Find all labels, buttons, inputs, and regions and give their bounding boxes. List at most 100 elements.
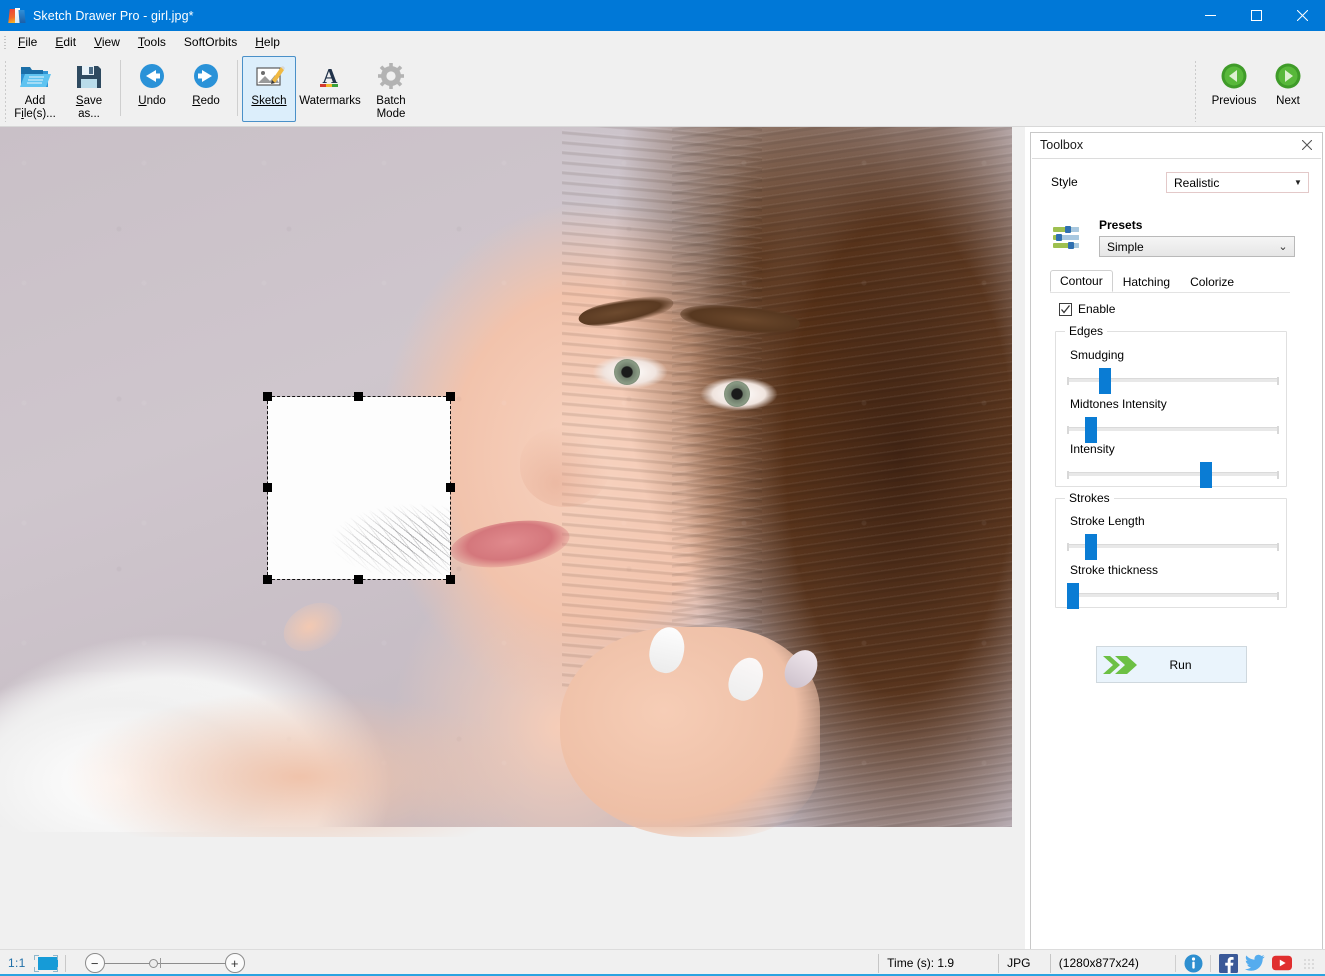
run-button[interactable]: Run — [1096, 646, 1247, 683]
menu-item-help[interactable]: Help — [246, 32, 289, 53]
menu-bar: File Edit View Tools SoftOrbits Help — [0, 31, 1325, 54]
menu-label-file: ile — [25, 35, 37, 49]
presets-dropdown[interactable]: Simple ⌄ — [1099, 236, 1295, 257]
selection-handle-n[interactable] — [354, 392, 363, 401]
menu-label-edit: dit — [63, 35, 76, 49]
slider-smudging[interactable] — [1067, 378, 1279, 382]
slider-label-midtones-intensity: Midtones Intensity — [1070, 397, 1167, 411]
menu-item-softorbits[interactable]: SoftOrbits — [175, 32, 246, 53]
presets-value: Simple — [1107, 240, 1272, 254]
toolbar-label-redo: Redo — [192, 95, 220, 108]
zoom-slider-knob[interactable] — [149, 959, 158, 968]
resize-grip-icon[interactable] — [1303, 958, 1315, 970]
toolbar-button-redo[interactable]: Redo — [179, 56, 233, 122]
toolbox-header: Toolbox — [1031, 133, 1322, 157]
floppy-disk-icon — [72, 62, 106, 92]
sliders-equalizer-icon — [1052, 225, 1082, 252]
selection-handle-se[interactable] — [446, 575, 455, 584]
undo-arrow-icon — [135, 62, 169, 92]
zoom-in-button[interactable]: + — [225, 953, 245, 973]
slider-intensity[interactable] — [1067, 472, 1279, 476]
menu-item-file[interactable]: File — [9, 32, 46, 53]
selection-handle-nw[interactable] — [263, 392, 272, 401]
toolbar-label-undo: Undo — [138, 95, 166, 108]
info-icon[interactable] — [1183, 953, 1203, 973]
status-separator-1 — [65, 955, 66, 972]
selection-handle-sw[interactable] — [263, 575, 272, 584]
slider-thumb-stroke-length[interactable] — [1085, 534, 1097, 560]
tab-contour[interactable]: Contour — [1050, 270, 1113, 292]
menu-item-edit[interactable]: Edit — [46, 32, 85, 53]
style-value: Realistic — [1174, 176, 1288, 190]
twitter-icon[interactable] — [1245, 953, 1265, 973]
group-title-strokes: Strokes — [1065, 491, 1114, 505]
slider-thumb-stroke-thickness[interactable] — [1067, 583, 1079, 609]
group-strokes: Strokes Stroke Length Stroke thickness — [1055, 498, 1287, 608]
toolbar-button-next[interactable]: Next — [1261, 56, 1315, 122]
zoom-ratio-label[interactable]: 1:1 — [8, 956, 26, 970]
toolbar-button-watermarks[interactable]: A Watermarks — [296, 56, 364, 122]
toolbox-close-icon[interactable] — [1298, 136, 1316, 154]
menu-drag-grip[interactable] — [0, 31, 9, 54]
selection-handle-ne[interactable] — [446, 392, 455, 401]
slider-midtones-intensity[interactable] — [1067, 427, 1279, 431]
slider-thumb-midtones-intensity[interactable] — [1085, 417, 1097, 443]
menu-label-view: iew — [102, 35, 120, 49]
main-toolbar: AddFile(s)... Saveas... — [0, 54, 1325, 127]
toolbar-button-save-as[interactable]: Saveas... — [62, 56, 116, 122]
youtube-icon[interactable] — [1272, 953, 1292, 973]
zoom-slider-tick — [160, 958, 161, 968]
style-dropdown[interactable]: Realistic ▼ — [1166, 172, 1309, 193]
green-left-arrow-icon — [1217, 62, 1251, 92]
toolbox-title: Toolbox — [1040, 138, 1083, 152]
maximize-button[interactable] — [1233, 0, 1279, 31]
selection-handle-s[interactable] — [354, 575, 363, 584]
tabs-underline — [1050, 292, 1290, 293]
eye-left — [592, 355, 668, 389]
toolbar-label-next: Next — [1276, 95, 1300, 108]
photo-image[interactable] — [0, 127, 1012, 827]
fit-to-window-icon[interactable] — [34, 955, 58, 972]
close-button[interactable] — [1279, 0, 1325, 31]
style-label: Style — [1051, 175, 1078, 189]
image-canvas[interactable] — [0, 127, 1025, 949]
window-title: Sketch Drawer Pro - girl.jpg* — [33, 9, 194, 23]
menu-item-view[interactable]: View — [85, 32, 129, 53]
chevron-down-icon: ▼ — [1288, 178, 1308, 187]
status-separator-3 — [1210, 955, 1211, 972]
redo-arrow-icon — [189, 62, 223, 92]
toolbar-button-undo[interactable]: Undo — [125, 56, 179, 122]
slider-stroke-thickness[interactable] — [1067, 593, 1279, 597]
toolbar-drag-grip[interactable] — [4, 60, 7, 122]
menu-item-tools[interactable]: Tools — [129, 32, 175, 53]
tab-colorize[interactable]: Colorize — [1180, 271, 1244, 292]
slider-thumb-intensity[interactable] — [1200, 462, 1212, 488]
toolbar-label-save-as: Saveas... — [76, 95, 102, 121]
arm-region — [0, 687, 520, 837]
slider-stroke-length[interactable] — [1067, 544, 1279, 548]
enable-checkbox-row[interactable]: Enable — [1059, 302, 1115, 316]
selection-handle-w[interactable] — [263, 483, 272, 492]
slider-thumb-smudging[interactable] — [1099, 368, 1111, 394]
minimize-button[interactable] — [1187, 0, 1233, 31]
facebook-icon[interactable] — [1218, 953, 1238, 973]
zoom-out-button[interactable]: − — [85, 953, 105, 973]
open-folder-icon — [18, 62, 52, 92]
toolbar-button-add-files[interactable]: AddFile(s)... — [8, 56, 62, 122]
status-bar: 1:1 − + Time (s): 1.9 JPG (1280x877x24) — [0, 949, 1325, 976]
letter-a-icon: A — [313, 62, 347, 92]
zoom-slider[interactable]: − + — [75, 953, 226, 973]
toolbar-label-previous: Previous — [1212, 95, 1257, 108]
toolbar-button-batch-mode[interactable]: BatchMode — [364, 56, 418, 122]
checkbox-icon[interactable] — [1059, 303, 1072, 316]
toolbox-tabs: Contour Hatching Colorize — [1050, 270, 1290, 292]
selection-rectangle[interactable] — [268, 397, 450, 579]
toolbar-button-sketch[interactable]: Sketch — [242, 56, 296, 122]
toolbar-button-previous[interactable]: Previous — [1207, 56, 1261, 122]
tab-label-colorize: Colorize — [1190, 275, 1234, 289]
nav-drag-grip[interactable] — [1194, 60, 1197, 122]
status-format: JPG — [998, 954, 1050, 973]
tab-hatching[interactable]: Hatching — [1113, 271, 1180, 292]
hand-region — [560, 627, 820, 837]
selection-handle-e[interactable] — [446, 483, 455, 492]
